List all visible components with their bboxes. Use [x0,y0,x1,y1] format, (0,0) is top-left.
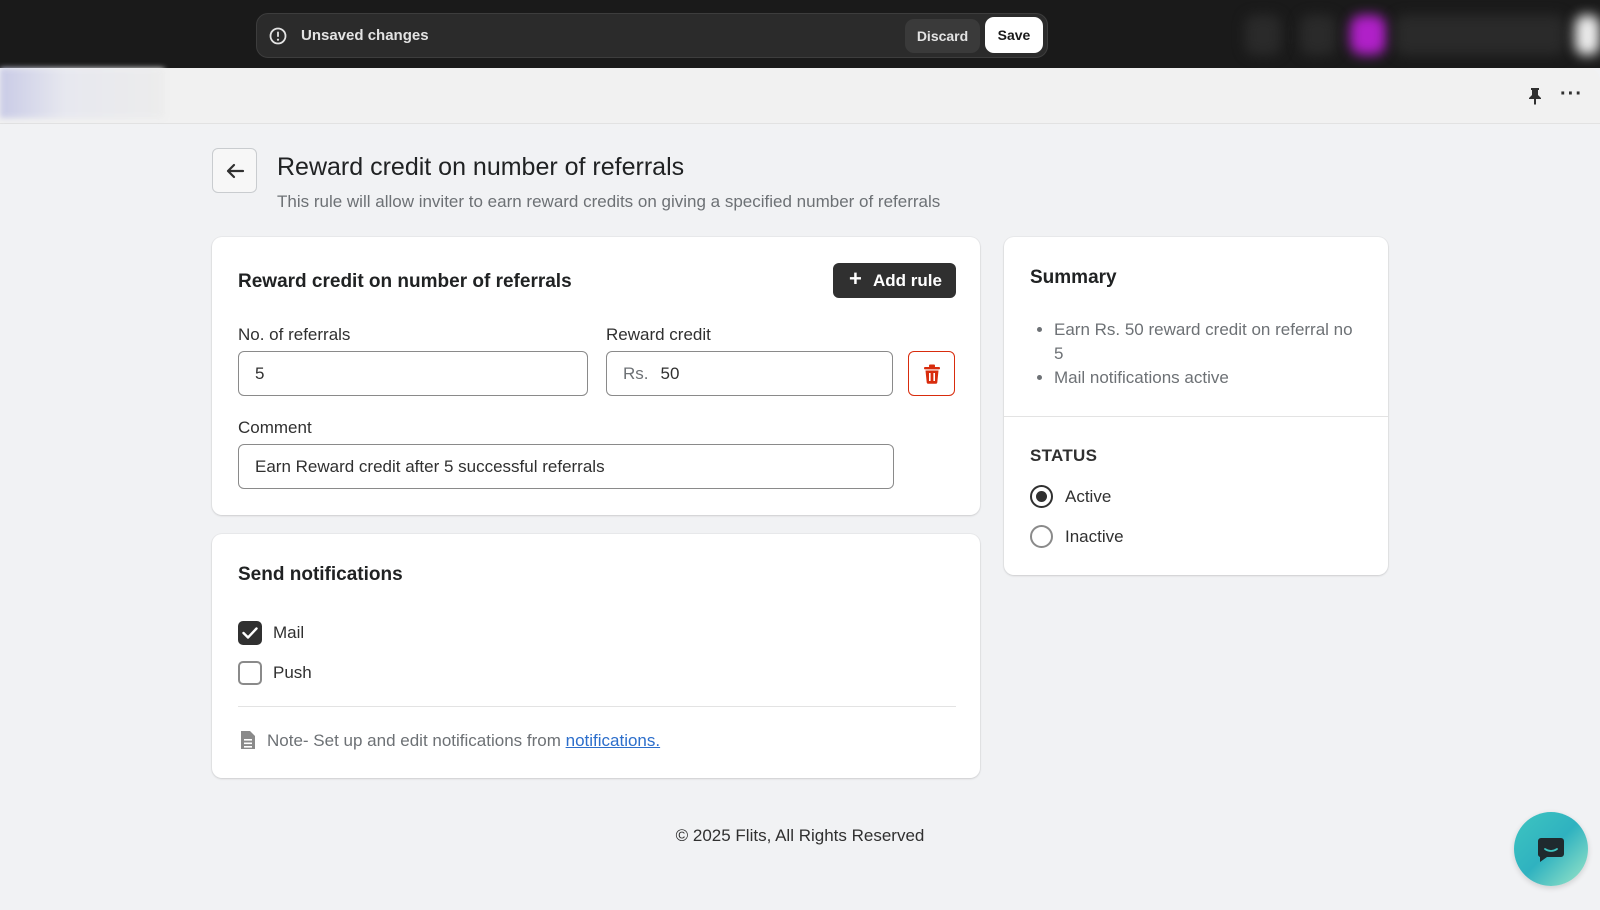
back-button[interactable] [212,148,257,193]
notifications-note: Note- Set up and edit notifications from… [267,731,660,751]
summary-item: Mail notifications active [1054,366,1364,390]
summary-card: Summary Earn Rs. 50 reward credit on ref… [1004,237,1388,575]
chat-launcher-button[interactable] [1514,812,1588,886]
footer-copyright: © 2025 Flits, All Rights Reserved [675,826,925,845]
save-button[interactable]: Save [985,17,1043,53]
inactive-radio[interactable] [1030,525,1053,548]
summary-list: Earn Rs. 50 reward credit on referral no… [1054,318,1364,390]
push-label: Push [273,663,312,682]
document-icon [241,731,255,749]
blurred-edge [1575,15,1600,55]
divider [1004,416,1388,417]
comment-value: Earn Reward credit after 5 successful re… [255,457,605,476]
store-name-blurred[interactable] [1395,15,1565,55]
mail-checkbox[interactable] [238,621,262,645]
chat-bubble-icon [1537,838,1564,862]
active-radio[interactable] [1030,485,1053,508]
notifications-link[interactable]: notifications. [566,731,661,750]
pin-icon[interactable] [1525,86,1545,106]
reward-credit-value: 50 [660,364,680,383]
plus-icon: + [849,266,862,291]
referrals-input[interactable]: 5 [238,351,588,396]
summary-title: Summary [1030,267,1117,288]
avatar[interactable] [1350,15,1386,55]
inactive-label: Inactive [1065,527,1124,546]
reward-credit-input[interactable]: Rs. 50 [606,351,893,396]
page-subtitle: This rule will allow inviter to earn rew… [277,192,941,211]
comment-label: Comment [238,418,312,437]
unsaved-changes-label: Unsaved changes [301,27,429,44]
referrals-label: No. of referrals [238,325,351,344]
alert-circle-icon [269,27,287,45]
unsaved-changes-bar: Unsaved changes Discard Save [256,13,1048,58]
status-title: STATUS [1030,446,1098,465]
active-label: Active [1065,487,1112,506]
blurred-icon[interactable] [1300,15,1336,55]
rule-card: Reward credit on number of referrals + A… [212,237,980,515]
notifications-card: Send notifications Mail Push Note- Set u… [212,534,980,778]
mail-label: Mail [273,623,305,642]
app-header: ··· [0,68,1600,124]
add-rule-label: Add rule [873,270,942,290]
rule-card-title: Reward credit on number of referrals [238,271,572,292]
app-logo-blurred [0,68,164,118]
more-options-icon[interactable]: ··· [1560,84,1584,106]
reward-credit-label: Reward credit [606,325,711,344]
discard-button[interactable]: Discard [905,19,980,53]
checkmark-icon [242,627,258,639]
trash-icon [924,364,940,384]
push-checkbox[interactable] [238,661,262,685]
note-text: Note- Set up and edit notifications from [267,731,566,750]
delete-rule-button[interactable] [908,351,955,396]
arrow-left-icon [226,163,245,179]
blurred-icon[interactable] [1245,15,1281,55]
add-rule-button[interactable]: + Add rule [833,263,956,298]
summary-item: Earn Rs. 50 reward credit on referral no… [1054,318,1364,366]
currency-prefix: Rs. [623,364,649,383]
divider [238,706,956,707]
referrals-value: 5 [255,364,265,383]
page-title: Reward credit on number of referrals [277,153,685,181]
notifications-card-title: Send notifications [238,564,403,585]
comment-input[interactable]: Earn Reward credit after 5 successful re… [238,444,894,489]
top-bar: Unsaved changes Discard Save [0,0,1600,68]
